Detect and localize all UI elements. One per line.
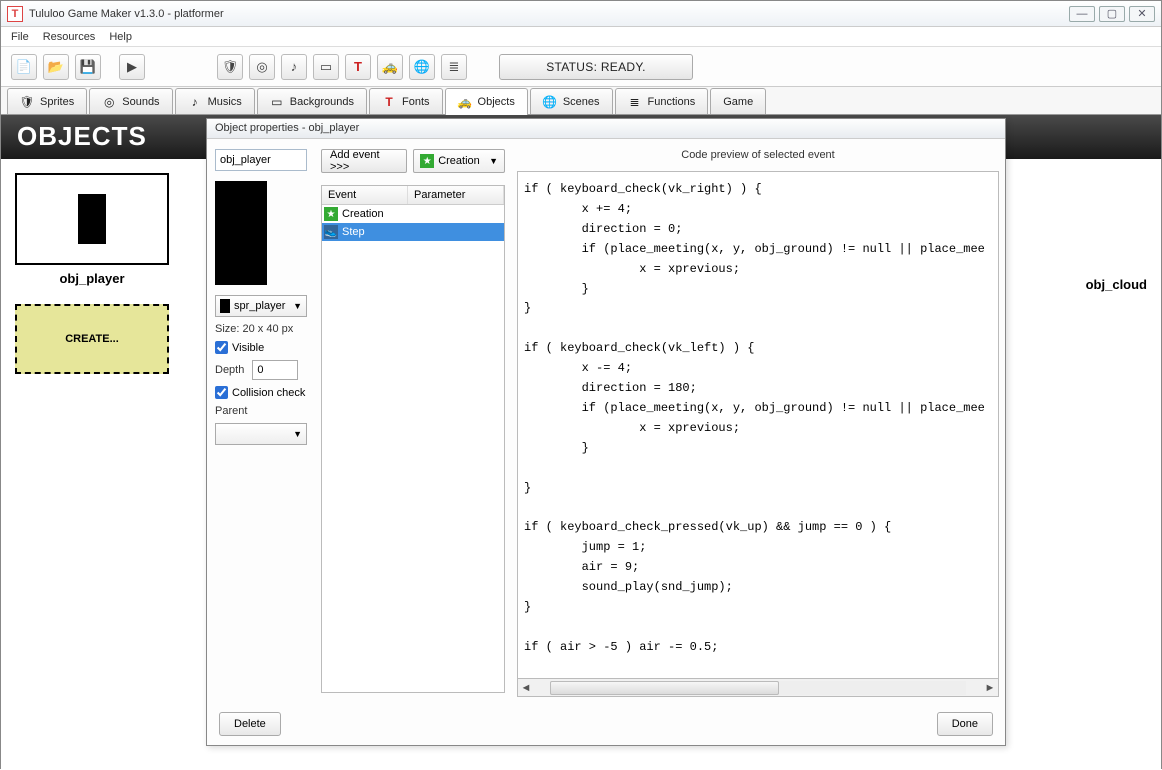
- object-card-cloud[interactable]: obj_cloud: [1086, 173, 1147, 292]
- chevron-down-icon: ▼: [293, 301, 302, 311]
- tab-backgrounds[interactable]: ▭Backgrounds: [257, 88, 367, 114]
- code-preview[interactable]: if ( keyboard_check(vk_right) ) { x += 4…: [517, 171, 999, 679]
- object-card-player[interactable]: obj_player: [15, 173, 169, 286]
- menu-file[interactable]: File: [11, 31, 29, 43]
- window-title: Tululoo Game Maker v1.3.0 - platformer: [29, 8, 224, 20]
- tab-fonts[interactable]: TFonts: [369, 88, 443, 114]
- parent-label: Parent: [215, 405, 307, 417]
- step-icon: 👟: [324, 225, 338, 239]
- add-scene-button[interactable]: 🌐: [409, 54, 435, 80]
- sprite-preview: [215, 181, 267, 285]
- close-button[interactable]: ✕: [1129, 6, 1155, 22]
- save-file-button[interactable]: 💾: [75, 54, 101, 80]
- parameter-col-header: Parameter: [408, 186, 504, 204]
- add-sound-button[interactable]: ◎: [249, 54, 275, 80]
- sprite-swatch-icon: [220, 299, 230, 313]
- code-preview-title: Code preview of selected event: [517, 149, 999, 161]
- shield-icon: 🛡: [20, 95, 34, 109]
- app-icon: T: [7, 6, 23, 22]
- delete-button[interactable]: Delete: [219, 712, 281, 736]
- visible-checkbox[interactable]: Visible: [215, 341, 307, 354]
- parent-select[interactable]: ▼: [215, 423, 307, 445]
- object-icon: 🚕: [458, 95, 472, 109]
- tab-scenes[interactable]: 🌐Scenes: [530, 88, 613, 114]
- add-music-button[interactable]: ♪: [281, 54, 307, 80]
- event-list: Event Parameter ★ Creation 👟 Step: [321, 185, 505, 693]
- menu-help[interactable]: Help: [109, 31, 132, 43]
- tab-musics[interactable]: ♪Musics: [175, 88, 255, 114]
- event-row-step[interactable]: 👟 Step: [322, 223, 504, 241]
- horizontal-scrollbar[interactable]: ◄ ►: [517, 679, 999, 697]
- add-function-button[interactable]: ≣: [441, 54, 467, 80]
- music-icon: ♪: [188, 95, 202, 109]
- open-file-button[interactable]: 📂: [43, 54, 69, 80]
- dialog-events-pane: Add event >>> ★ Creation ▼ Event Paramet…: [315, 139, 511, 703]
- resource-tabs: 🛡Sprites ◎Sounds ♪Musics ▭Backgrounds TF…: [1, 87, 1161, 115]
- event-col-header: Event: [322, 186, 408, 204]
- depth-input[interactable]: [252, 360, 298, 380]
- tab-functions[interactable]: ≣Functions: [615, 88, 709, 114]
- new-file-button[interactable]: 📄: [11, 54, 37, 80]
- window-titlebar: T Tululoo Game Maker v1.3.0 - platformer…: [1, 1, 1161, 27]
- add-sprite-button[interactable]: 🛡: [217, 54, 243, 80]
- create-object-button[interactable]: CREATE...: [15, 304, 169, 374]
- event-type-select[interactable]: ★ Creation ▼: [413, 149, 505, 173]
- done-button[interactable]: Done: [937, 712, 993, 736]
- sprite-select[interactable]: spr_player ▼: [215, 295, 307, 317]
- chevron-down-icon: ▼: [293, 429, 302, 439]
- dialog-code-pane: Code preview of selected event if ( keyb…: [511, 139, 1005, 703]
- collision-checkbox[interactable]: Collision check: [215, 386, 307, 399]
- scroll-right-icon[interactable]: ►: [982, 682, 998, 694]
- creation-icon: ★: [324, 207, 338, 221]
- depth-label: Depth: [215, 364, 244, 376]
- minimize-button[interactable]: —: [1069, 6, 1095, 22]
- list-icon: ≣: [628, 95, 642, 109]
- tab-objects[interactable]: 🚕Objects: [445, 88, 528, 115]
- object-label: obj_player: [15, 271, 169, 286]
- add-background-button[interactable]: ▭: [313, 54, 339, 80]
- tab-sounds[interactable]: ◎Sounds: [89, 88, 172, 114]
- scroll-left-icon[interactable]: ◄: [518, 682, 534, 694]
- font-icon: T: [382, 95, 396, 109]
- status-bar[interactable]: STATUS: READY.: [499, 54, 693, 80]
- object-thumbnail: [15, 173, 169, 265]
- scroll-thumb[interactable]: [550, 681, 779, 695]
- event-row-creation[interactable]: ★ Creation: [322, 205, 504, 223]
- creation-icon: ★: [420, 154, 434, 168]
- background-icon: ▭: [270, 95, 284, 109]
- main-toolbar: 📄 📂 💾 ▶ 🛡 ◎ ♪ ▭ T 🚕 🌐 ≣ STATUS: READY.: [1, 47, 1161, 87]
- dialog-left-pane: spr_player ▼ Size: 20 x 40 px Visible De…: [207, 139, 315, 703]
- add-object-button[interactable]: 🚕: [377, 54, 403, 80]
- tab-game[interactable]: Game: [710, 88, 766, 114]
- disc-icon: ◎: [102, 95, 116, 109]
- chevron-down-icon: ▼: [489, 156, 498, 166]
- maximize-button[interactable]: ▢: [1099, 6, 1125, 22]
- size-label: Size: 20 x 40 px: [215, 323, 307, 335]
- add-event-button[interactable]: Add event >>>: [321, 149, 407, 173]
- dialog-title: Object properties - obj_player: [207, 119, 1005, 139]
- add-font-button[interactable]: T: [345, 54, 371, 80]
- menu-resources[interactable]: Resources: [43, 31, 96, 43]
- tab-sprites[interactable]: 🛡Sprites: [7, 88, 87, 114]
- menubar: File Resources Help: [1, 27, 1161, 47]
- globe-icon: 🌐: [543, 95, 557, 109]
- run-button[interactable]: ▶: [119, 54, 145, 80]
- object-name-input[interactable]: [215, 149, 307, 171]
- object-properties-dialog: Object properties - obj_player spr_playe…: [206, 118, 1006, 746]
